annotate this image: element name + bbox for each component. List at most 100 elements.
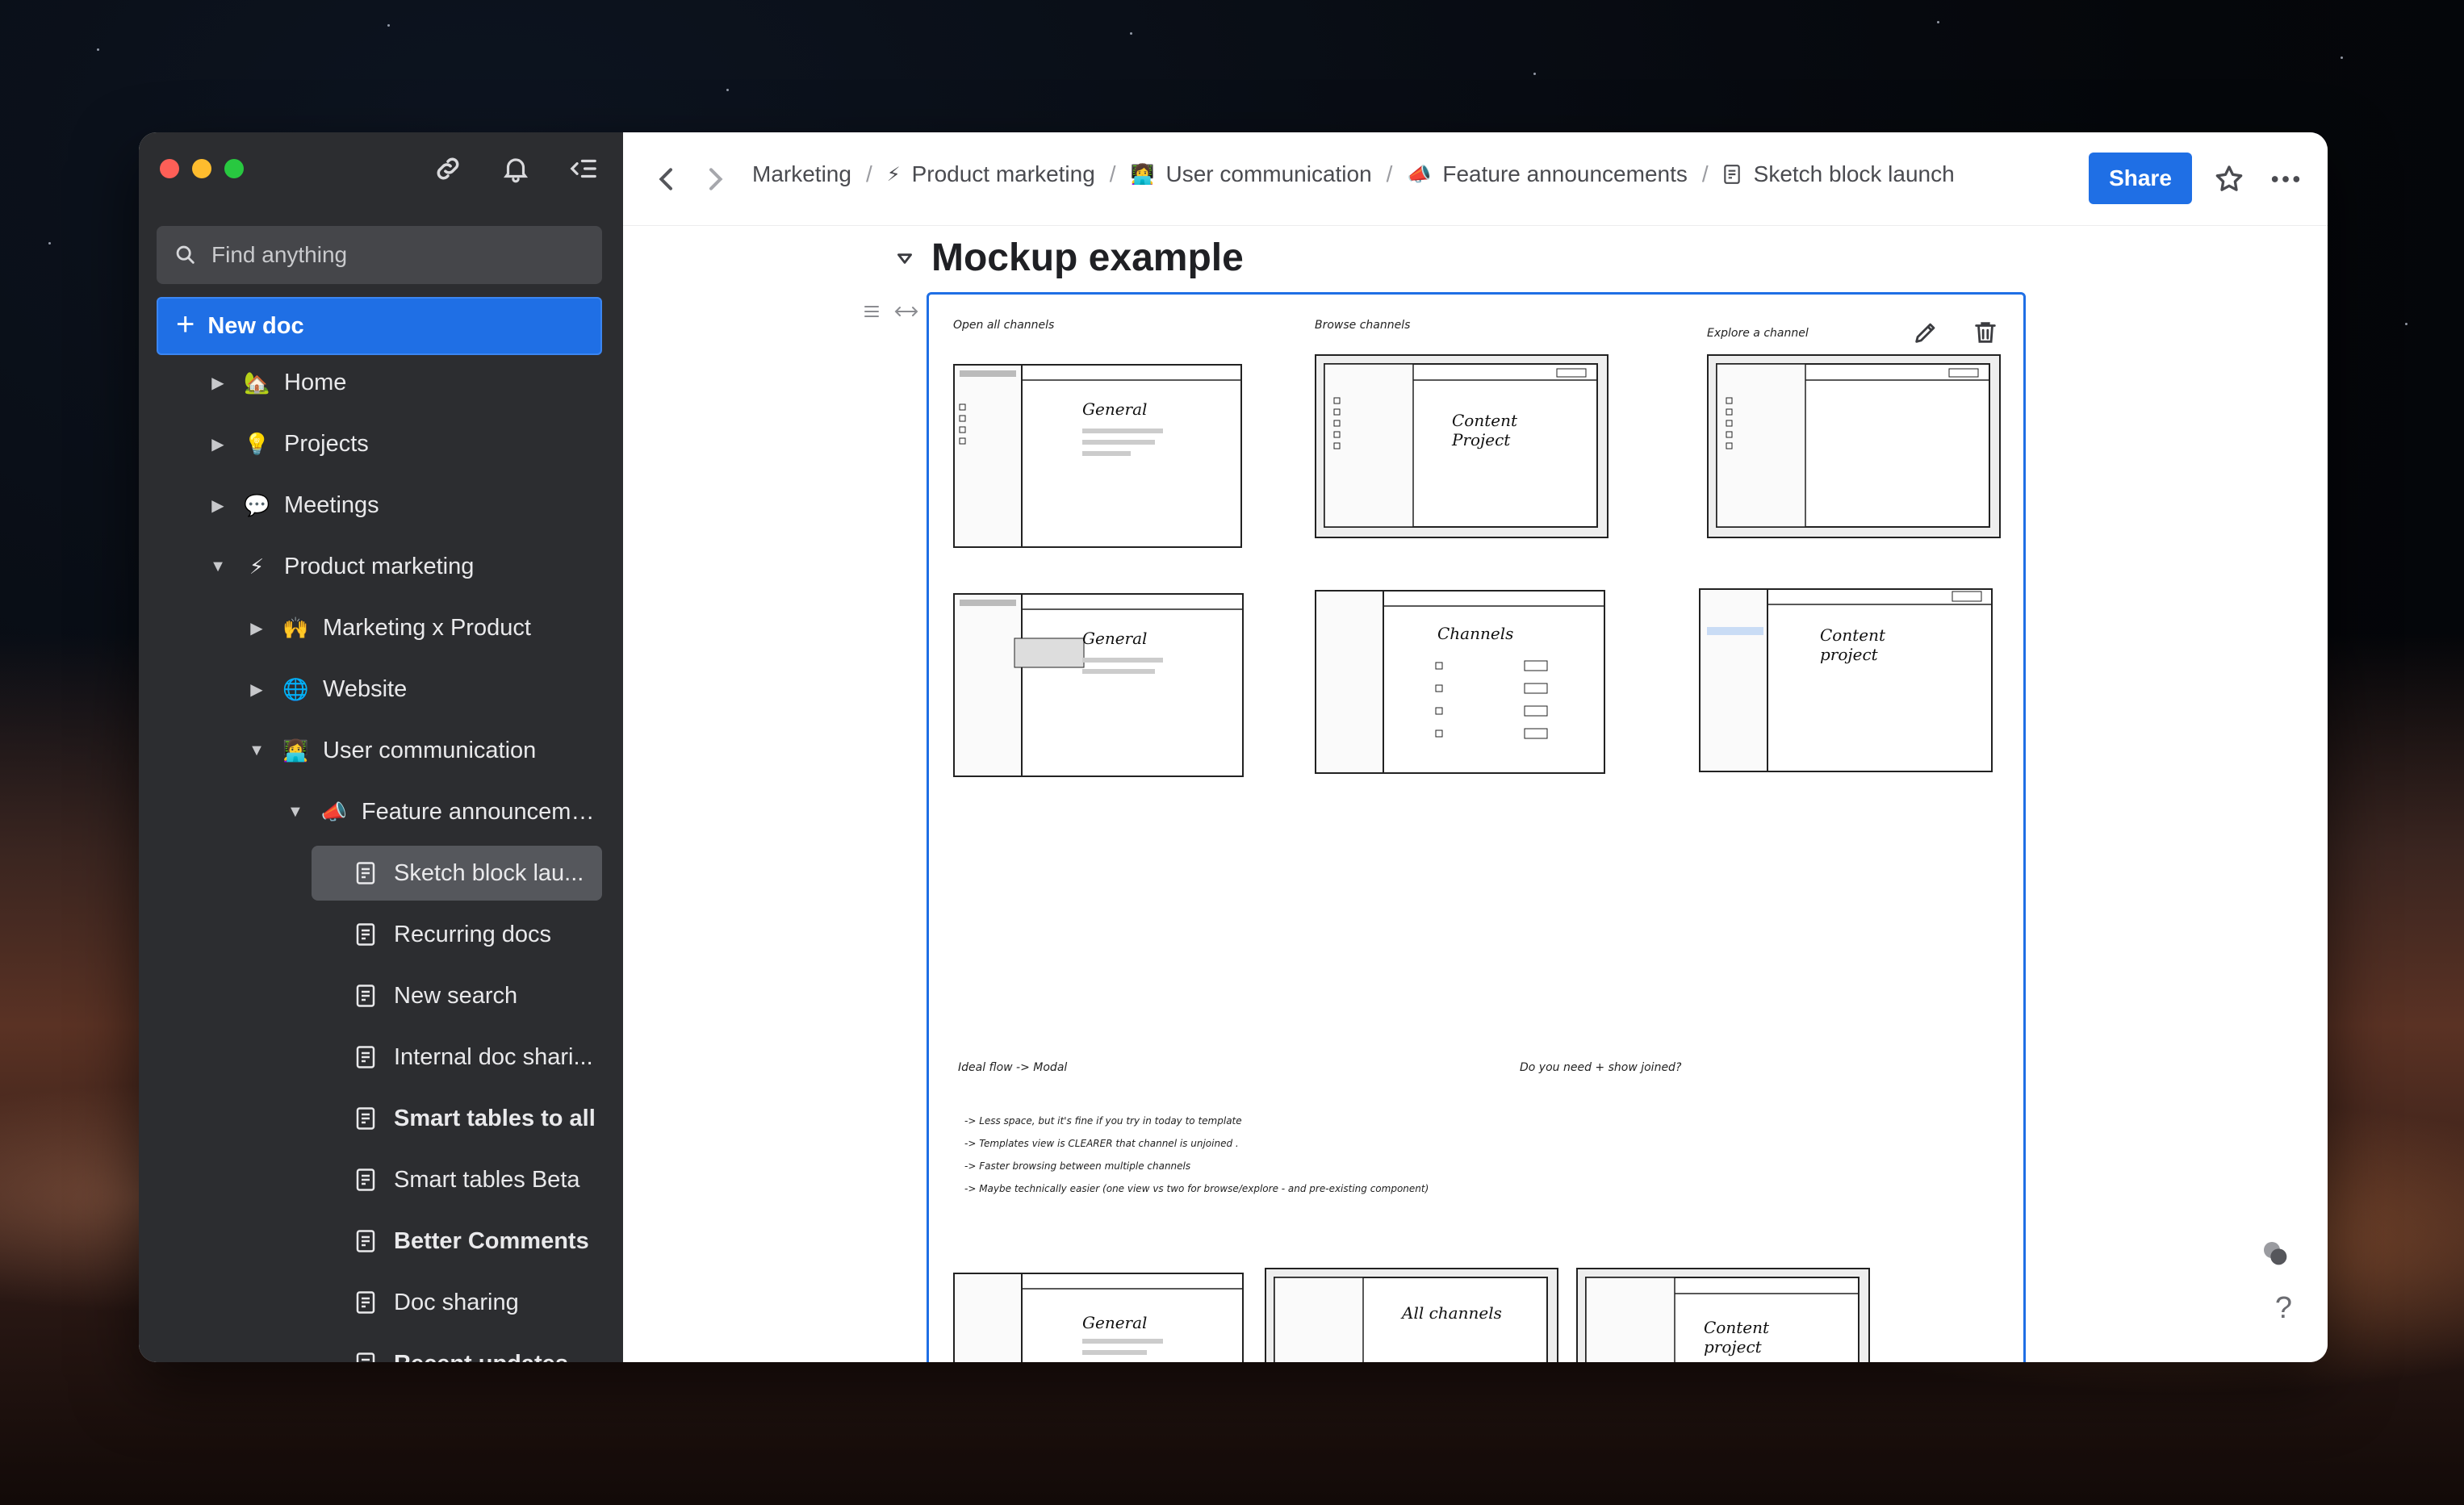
page-title: Mockup example — [931, 236, 1244, 279]
link-icon[interactable] — [433, 153, 463, 184]
sidebar-item-label: Website — [323, 675, 408, 702]
sketch-block[interactable]: Open all channels Browse channels Explor… — [927, 292, 2026, 1362]
lightning-icon: ⚡ — [886, 163, 901, 186]
sidebar-item-smart-tables-beta[interactable]: Smart tables Beta — [355, 1152, 580, 1207]
frame-title: Content project — [1704, 1318, 1770, 1357]
breadcrumb-item-feature-announcements[interactable]: Feature announcements — [1442, 161, 1688, 187]
lightning-icon: ⚡ — [249, 554, 265, 579]
caret-down-icon[interactable]: ▼ — [287, 803, 303, 821]
sidebar-item-marketing-x-product[interactable]: ▶ 🙌 Marketing x Product — [249, 600, 531, 655]
trash-icon[interactable] — [1972, 319, 1999, 346]
sidebar-item-label: Better Comments — [394, 1227, 589, 1254]
section-heading: Mockup example — [894, 236, 1244, 280]
share-button[interactable]: Share — [2089, 153, 2192, 204]
forward-arrow-icon[interactable] — [699, 163, 731, 195]
sidebar-item-label: Projects — [284, 430, 369, 457]
help-button[interactable]: ? — [2275, 1291, 2292, 1326]
sketch-note: -> Templates view is CLEARER that channe… — [964, 1138, 1239, 1149]
doc-icon — [356, 1046, 375, 1068]
frame-title: Channels — [1437, 624, 1514, 643]
globe-icon: 🌐 — [282, 676, 309, 701]
speech-bubble-icon: 💬 — [244, 492, 270, 517]
more-options-icon[interactable] — [2268, 163, 2303, 195]
doc-icon — [356, 1230, 375, 1252]
caret-down-icon[interactable]: ▼ — [249, 742, 265, 760]
breadcrumb-item-product-marketing[interactable]: Product marketing — [912, 161, 1095, 187]
doc-icon — [356, 1291, 375, 1314]
collapse-toggle-icon[interactable] — [894, 248, 915, 269]
breadcrumb-separator: / — [1109, 161, 1116, 186]
resize-horizontal-icon[interactable] — [893, 302, 920, 321]
sidebar-item-label: Smart tables Beta — [394, 1166, 580, 1193]
sidebar-item-label: Product marketing — [284, 553, 475, 579]
megaphone-icon: 📣 — [1407, 163, 1432, 186]
sketch-note: -> Maybe technically easier (one view vs… — [964, 1183, 1429, 1194]
breadcrumb-item-user-communication[interactable]: User communication — [1165, 161, 1371, 187]
sidebar: + New doc ▶ 🏡 Home ▶ 💡 Projects ▶ 💬 Meet… — [139, 132, 623, 1362]
sidebar-item-label: New search — [394, 982, 518, 1009]
sidebar-item-label: Doc sharing — [394, 1289, 519, 1315]
frame-title: General — [1082, 629, 1148, 648]
doc-icon — [356, 923, 375, 946]
sidebar-item-user-communication[interactable]: ▼ 👩‍💻 User communication — [249, 723, 536, 778]
window-controls — [160, 159, 244, 178]
sketch-label: Open all channels — [953, 319, 1055, 332]
megaphone-icon: 📣 — [320, 799, 348, 824]
sidebar-item-website[interactable]: ▶ 🌐 Website — [249, 662, 407, 717]
sidebar-item-smart-tables-to-all[interactable]: Smart tables to all — [355, 1091, 596, 1146]
sketch-label: Ideal flow -> Modal — [958, 1061, 1068, 1074]
frame-title: General — [1082, 399, 1148, 419]
wireframe-create-channel — [953, 593, 1244, 777]
sketch-label: Explore a channel — [1707, 327, 1809, 340]
search-input[interactable] — [211, 242, 583, 268]
star-icon[interactable] — [2213, 163, 2245, 195]
breadcrumb-item-marketing[interactable]: Marketing — [752, 161, 851, 187]
breadcrumb-separator: / — [865, 161, 872, 186]
sidebar-item-label: Meetings — [284, 491, 379, 518]
caret-right-icon[interactable]: ▶ — [210, 434, 226, 454]
bell-icon[interactable] — [500, 153, 531, 184]
sidebar-item-recent-updates[interactable]: Recent updates — [355, 1336, 568, 1362]
block-handle — [862, 302, 920, 321]
sidebar-item-label: Sketch block lau... — [394, 859, 584, 886]
caret-right-icon[interactable]: ▶ — [210, 373, 226, 393]
sidebar-item-sketch-block-launch[interactable]: Sketch block lau... — [312, 846, 602, 901]
caret-right-icon[interactable]: ▶ — [249, 679, 265, 700]
search-box[interactable] — [157, 226, 602, 284]
search-icon — [176, 245, 195, 264]
caret-down-icon[interactable]: ▼ — [210, 558, 226, 576]
app-window: + New doc ▶ 🏡 Home ▶ 💡 Projects ▶ 💬 Meet… — [139, 132, 2328, 1362]
back-arrow-icon[interactable] — [651, 163, 683, 195]
caret-right-icon[interactable]: ▶ — [249, 618, 265, 638]
technologist-icon: 👩‍💻 — [282, 738, 309, 763]
sidebar-item-label: Smart tables to all — [394, 1105, 596, 1131]
sidebar-item-better-comments[interactable]: Better Comments — [355, 1214, 589, 1269]
lightbulb-icon: 💡 — [244, 431, 270, 456]
new-doc-button[interactable]: + New doc — [157, 297, 602, 355]
sketch-notes: -> Less space, but it's fine if you try … — [964, 1110, 1429, 1200]
drag-handle-icon[interactable] — [862, 302, 881, 321]
sidebar-item-product-marketing[interactable]: ▼ ⚡ Product marketing — [210, 539, 474, 594]
breadcrumb: Marketing / ⚡ Product marketing / 👩‍💻 Us… — [752, 161, 1955, 187]
close-window-button[interactable] — [160, 159, 179, 178]
wireframe-channels-list — [1315, 590, 1605, 774]
collapse-sidebar-icon[interactable] — [568, 153, 599, 184]
frame-title: All channels — [1402, 1303, 1502, 1323]
presence-avatars-icon[interactable] — [2260, 1238, 2292, 1270]
sidebar-item-recurring-docs[interactable]: Recurring docs — [355, 907, 551, 962]
sidebar-item-meetings[interactable]: ▶ 💬 Meetings — [210, 478, 379, 533]
caret-right-icon[interactable]: ▶ — [210, 495, 226, 516]
sidebar-item-new-search[interactable]: New search — [355, 968, 517, 1023]
sidebar-item-home[interactable]: ▶ 🏡 Home — [210, 355, 346, 410]
breadcrumb-separator: / — [1386, 161, 1393, 186]
sidebar-item-internal-doc-sharing[interactable]: Internal doc shari... — [355, 1030, 593, 1085]
pencil-icon[interactable] — [1912, 319, 1939, 346]
sidebar-item-doc-sharing[interactable]: Doc sharing — [355, 1275, 519, 1330]
sketch-note: -> Faster browsing between multiple chan… — [964, 1160, 1191, 1172]
breadcrumb-item-sketch-block-launch[interactable]: Sketch block launch — [1754, 161, 1955, 187]
technologist-icon: 👩‍💻 — [1130, 163, 1155, 186]
sidebar-item-feature-announcements[interactable]: ▼ 📣 Feature announceme... — [287, 784, 602, 839]
sidebar-item-projects[interactable]: ▶ 💡 Projects — [210, 416, 369, 471]
minimize-window-button[interactable] — [192, 159, 211, 178]
zoom-window-button[interactable] — [224, 159, 244, 178]
